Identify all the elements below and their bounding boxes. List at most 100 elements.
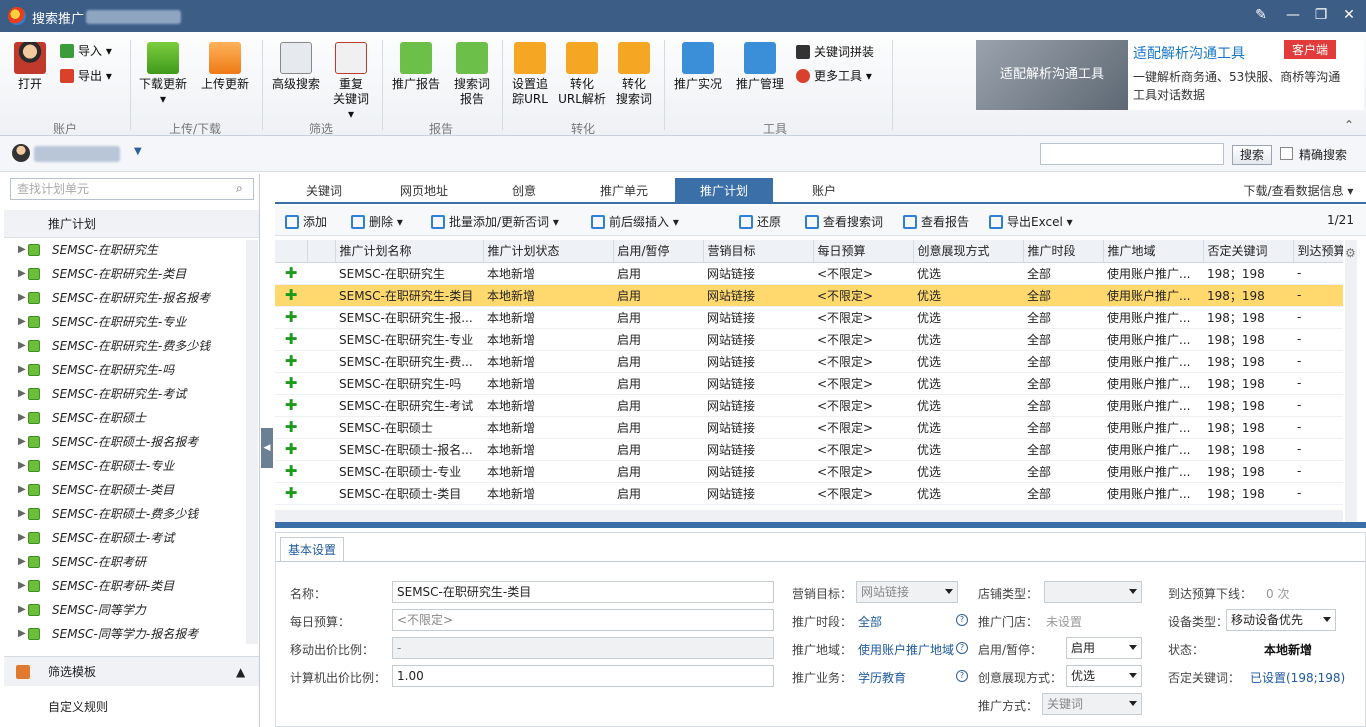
- table-cell[interactable]: 本地新增: [483, 350, 613, 373]
- duplicate-keyword-button[interactable]: 重复 关键词 ▾: [326, 42, 376, 122]
- promotion-report-button[interactable]: 推广报告: [388, 42, 444, 92]
- table-cell[interactable]: 启用: [613, 306, 703, 329]
- batch-add-negative-button[interactable]: 批量添加/更新否词 ▾: [431, 213, 559, 230]
- convert-search-term-button[interactable]: 转化 搜索词: [610, 42, 658, 107]
- table-cell[interactable]: 优选: [913, 394, 1023, 417]
- search-button[interactable]: 搜索: [1232, 145, 1272, 165]
- plan-tree-item[interactable]: ▶ SEMSC-在职硕士-考试: [4, 526, 248, 550]
- filter-template-header[interactable]: 筛选模板 ▲: [4, 656, 259, 686]
- table-cell[interactable]: <不限定>: [813, 416, 913, 439]
- open-button[interactable]: 打开: [10, 42, 50, 92]
- table-cell[interactable]: 启用: [613, 262, 703, 285]
- plan-tree-item[interactable]: ▶ SEMSC-在职考研-类目: [4, 574, 248, 598]
- view-report-button[interactable]: 查看报告: [903, 213, 969, 230]
- ribbon-collapse-icon[interactable]: ⌃: [1344, 118, 1354, 132]
- keyword-combine-button[interactable]: 关键词拼装: [796, 43, 874, 60]
- expand-arrow-icon[interactable]: ▶: [18, 262, 26, 286]
- export-excel-button[interactable]: 导出Excel ▾: [989, 213, 1073, 230]
- table-cell[interactable]: 本地新增: [483, 460, 613, 483]
- account-search-input[interactable]: [1040, 143, 1224, 165]
- table-cell[interactable]: 优选: [913, 438, 1023, 461]
- table-cell[interactable]: 本地新增: [483, 306, 613, 329]
- ad-headline[interactable]: 适配解析沟通工具: [1133, 43, 1245, 63]
- pc-bid-input[interactable]: 1.00: [392, 665, 774, 687]
- delete-button[interactable]: 删除 ▾: [351, 213, 403, 230]
- table-cell[interactable]: SEMSC-在职研究生-报...: [335, 306, 483, 329]
- table-cell[interactable]: 198；198: [1203, 328, 1293, 351]
- table-cell[interactable]: 全部: [1023, 350, 1103, 373]
- table-row[interactable]: ✚ SEMSC-在职硕士-专业 本地新增 启用 网站链接 <不限定> 优选 全部 使用账户推广.…: [275, 460, 1343, 483]
- plan-tree-item[interactable]: ▶ SEMSC-在职硕士-费多少钱: [4, 502, 248, 526]
- column-header[interactable]: 每日预算: [813, 240, 914, 263]
- table-cell[interactable]: 网站链接: [703, 350, 813, 373]
- table-cell[interactable]: 全部: [1023, 416, 1103, 439]
- table-cell[interactable]: 网站链接: [703, 372, 813, 395]
- table-cell[interactable]: 启用: [613, 438, 703, 461]
- table-cell[interactable]: 启用: [613, 416, 703, 439]
- table-cell[interactable]: 网站链接: [703, 284, 813, 307]
- table-cell[interactable]: 网站链接: [703, 328, 813, 351]
- expand-row-plus-icon[interactable]: ✚: [275, 482, 307, 505]
- table-cell[interactable]: 网站链接: [703, 416, 813, 439]
- promotion-management-button[interactable]: 推广管理: [732, 42, 788, 92]
- plan-tree-item[interactable]: ▶ SEMSC-在职硕士-专业: [4, 454, 248, 478]
- table-cell[interactable]: SEMSC-在职硕士-类目: [335, 482, 483, 505]
- plan-tree-item[interactable]: ▶ SEMSC-在职研究生-专业: [4, 310, 248, 334]
- table-cell[interactable]: 198；198: [1203, 372, 1293, 395]
- status-toggle-select[interactable]: 启用: [1066, 637, 1142, 659]
- table-cell[interactable]: 启用: [613, 372, 703, 395]
- table-cell[interactable]: -: [1293, 394, 1343, 417]
- set-tracking-url-button[interactable]: 设置追 踪URL: [506, 42, 554, 107]
- promo-region-link[interactable]: 使用账户推广地域: [858, 641, 954, 658]
- expand-arrow-icon[interactable]: ▶: [18, 622, 26, 646]
- column-header[interactable]: 否定关键词: [1203, 240, 1294, 263]
- table-cell[interactable]: 使用账户推广...: [1103, 350, 1203, 373]
- expand-row-plus-icon[interactable]: ✚: [275, 460, 307, 483]
- table-cell[interactable]: <不限定>: [813, 350, 913, 373]
- tab-keywords[interactable]: 关键词: [275, 178, 373, 204]
- table-cell[interactable]: 优选: [913, 416, 1023, 439]
- table-cell[interactable]: 使用账户推广...: [1103, 460, 1203, 483]
- help-icon[interactable]: ?: [956, 642, 968, 654]
- view-search-terms-button[interactable]: 查看搜索词: [805, 213, 883, 230]
- table-cell[interactable]: 使用账户推广...: [1103, 284, 1203, 307]
- plan-tree-item[interactable]: ▶ SEMSC-在职研究生-考试: [4, 382, 248, 406]
- plan-tree-item[interactable]: ▶ SEMSC-在职研究生-类目: [4, 262, 248, 286]
- table-cell[interactable]: 启用: [613, 350, 703, 373]
- expand-row-plus-icon[interactable]: ✚: [275, 350, 307, 373]
- custom-rules-item[interactable]: 自定义规则: [4, 698, 259, 715]
- table-cell[interactable]: <不限定>: [813, 460, 913, 483]
- column-header[interactable]: 启用/暂停: [613, 240, 704, 263]
- search-icon[interactable]: ⌕: [236, 181, 243, 196]
- plan-tree-item[interactable]: ▶ SEMSC-在职研究生-费多少钱: [4, 334, 248, 358]
- sidebar-scrollbar[interactable]: [246, 240, 258, 644]
- expand-arrow-icon[interactable]: ▶: [18, 334, 26, 358]
- plan-tree-item[interactable]: ▶ SEMSC-在职研究生-报名报考: [4, 286, 248, 310]
- marketing-goal-select[interactable]: 网站链接: [856, 581, 958, 603]
- table-row[interactable]: ✚ SEMSC-在职研究生-类目 本地新增 启用 网站链接 <不限定> 优选 全部 使用账户推广…: [275, 284, 1343, 307]
- table-cell[interactable]: 优选: [913, 350, 1023, 373]
- plan-tree-item[interactable]: ▶ SEMSC-在职硕士-类目: [4, 478, 248, 502]
- table-cell[interactable]: 使用账户推广...: [1103, 372, 1203, 395]
- creative-display-select[interactable]: 优选: [1066, 665, 1142, 687]
- table-cell[interactable]: 启用: [613, 328, 703, 351]
- table-cell[interactable]: 全部: [1023, 284, 1103, 307]
- column-header[interactable]: 推广时段: [1023, 240, 1104, 263]
- table-row[interactable]: ✚ SEMSC-在职研究生-考试 本地新增 启用 网站链接 <不限定> 优选 全部 使用账户推广…: [275, 394, 1343, 417]
- name-input[interactable]: SEMSC-在职研究生-类目: [392, 581, 774, 603]
- table-cell[interactable]: 全部: [1023, 438, 1103, 461]
- maximize-button[interactable]: ❐: [1312, 6, 1330, 24]
- table-cell[interactable]: 198；198: [1203, 284, 1293, 307]
- expand-row-plus-icon[interactable]: ✚: [275, 284, 307, 307]
- close-button[interactable]: ✕: [1340, 6, 1358, 24]
- grid-vertical-scrollbar[interactable]: [1345, 240, 1357, 522]
- plan-tree-item[interactable]: ▶ SEMSC-在职硕士-报名报考: [4, 430, 248, 454]
- table-cell[interactable]: 启用: [613, 284, 703, 307]
- table-cell[interactable]: 全部: [1023, 328, 1103, 351]
- client-badge[interactable]: 客户端: [1283, 40, 1336, 59]
- table-cell[interactable]: -: [1293, 482, 1343, 505]
- expand-arrow-icon[interactable]: ▶: [18, 286, 26, 310]
- negative-keywords-link[interactable]: 已设置(198;198): [1250, 669, 1345, 686]
- sidebar-collapse-button[interactable]: ◀: [261, 428, 273, 468]
- table-cell[interactable]: 优选: [913, 482, 1023, 505]
